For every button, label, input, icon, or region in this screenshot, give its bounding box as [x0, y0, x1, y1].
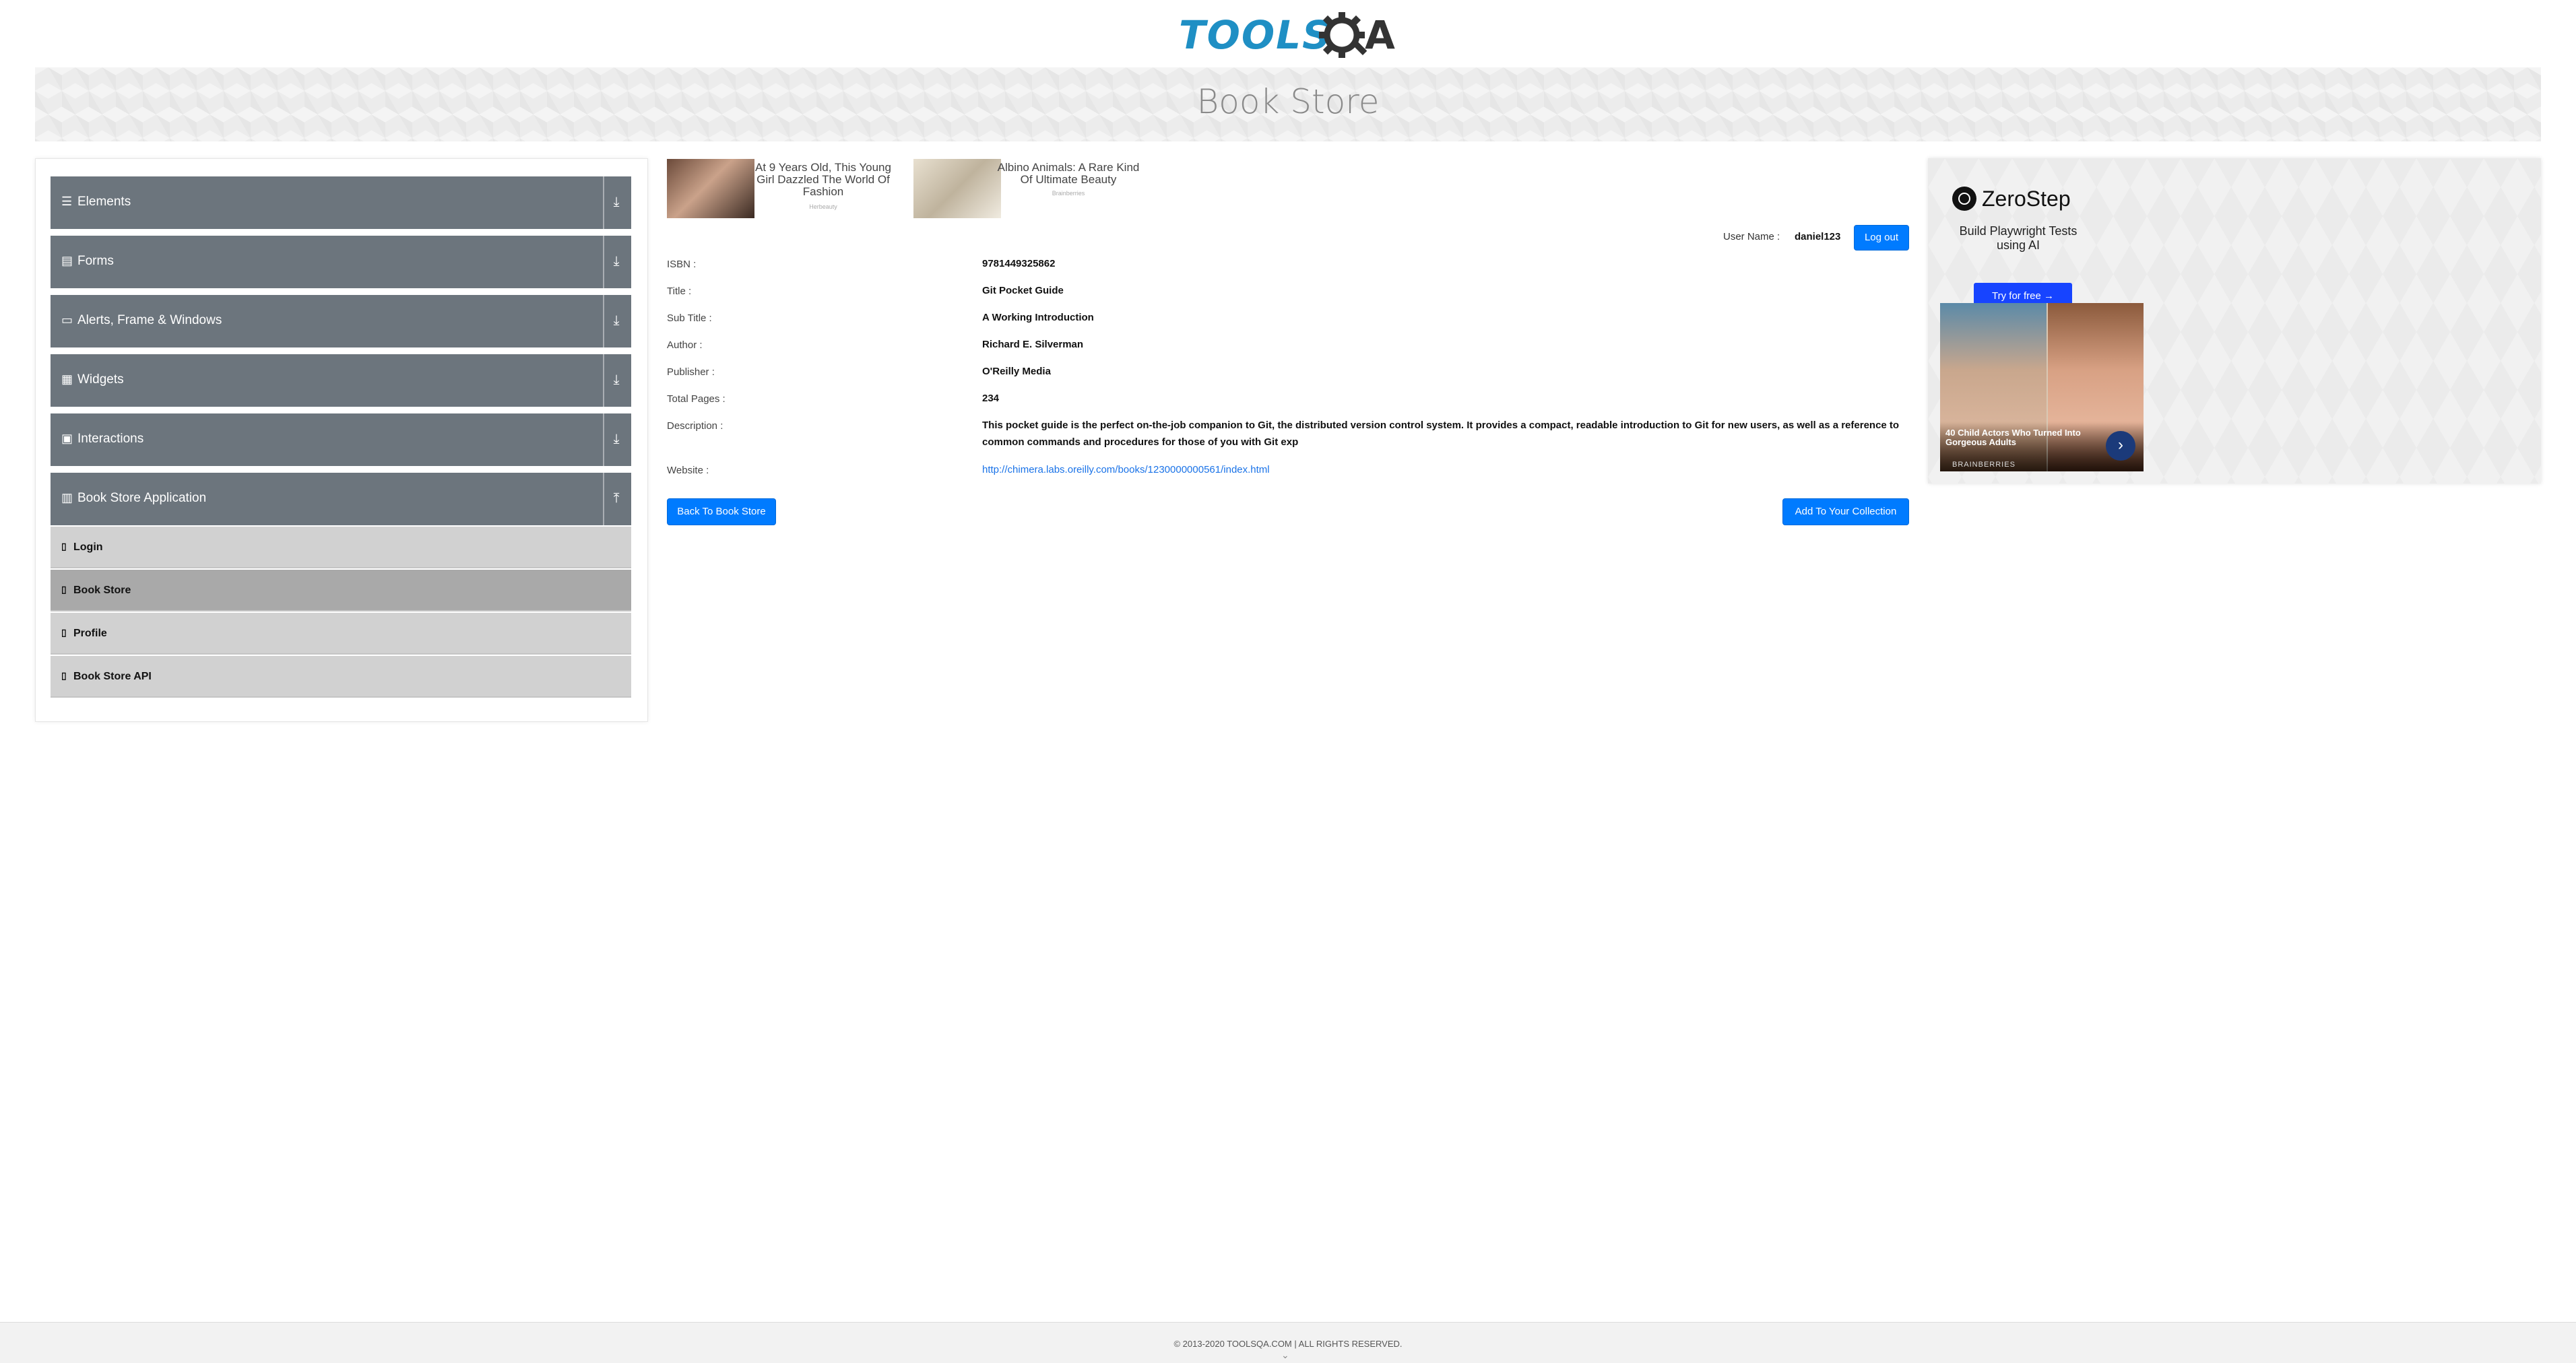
sidebar-group-label: Alerts, Frame & Windows: [77, 313, 222, 327]
gear-q-icon: [1319, 12, 1367, 58]
footer-copyright: © 2013-2020 TOOLSQA.COM | ALL RIGHTS RES…: [1173, 1339, 1403, 1349]
sidebar-group-widgets[interactable]: ▦ Widgets ⤓: [51, 354, 631, 407]
sidebar-group-forms[interactable]: ▤ Forms ⤓: [51, 236, 631, 288]
header: TOOLS A: [0, 0, 2576, 67]
page-title: Book Store: [1196, 82, 1380, 121]
publisher-label: Publisher :: [667, 366, 715, 378]
book-small-icon: ▯: [61, 627, 67, 638]
author-label: Author :: [667, 339, 703, 351]
interaction-icon: ▣: [61, 432, 73, 445]
sidebar-item-profile[interactable]: ▯ Profile: [51, 613, 631, 655]
zerostep-logo-icon: [1952, 187, 1976, 211]
sidebar-group-interactions[interactable]: ▣ Interactions ⤓: [51, 413, 631, 466]
toolsqa-logo[interactable]: TOOLS A: [1179, 9, 1401, 63]
divider: [603, 413, 604, 466]
website-label: Website :: [667, 465, 709, 476]
website-link[interactable]: http://chimera.labs.oreilly.com/books/12…: [982, 464, 1270, 475]
logout-button[interactable]: Log out: [1854, 225, 1909, 251]
sidebar-item-label: Book Store API: [73, 671, 152, 682]
window-icon: ▭: [61, 313, 73, 327]
download-arrow-icon: ⤓: [613, 432, 620, 446]
isbn-value: 9781449325862: [982, 258, 1056, 269]
sidebar-item-label: Login: [73, 541, 103, 553]
book-small-icon: ▯: [61, 584, 67, 595]
sponsored-ads-row: At 9 Years Old, This Young Girl Dazzled …: [667, 159, 1152, 220]
ad-source: Herbeauty: [809, 203, 837, 210]
download-arrow-icon: ⤓: [613, 195, 620, 209]
sidebar-group-elements[interactable]: ☰ Elements ⤓: [51, 176, 631, 229]
add-to-collection-button[interactable]: Add To Your Collection: [1782, 498, 1909, 525]
footer: © 2013-2020 TOOLSQA.COM | ALL RIGHTS RES…: [0, 1322, 2576, 1363]
sidebar-group-label: Widgets: [77, 372, 124, 387]
sidebar-group-alerts[interactable]: ▭ Alerts, Frame & Windows ⤓: [51, 295, 631, 347]
divider: [603, 295, 604, 347]
sidebar-group-label: Book Store Application: [77, 491, 207, 505]
divider: [603, 176, 604, 229]
back-to-book-store-button[interactable]: Back To Book Store: [667, 498, 776, 525]
divider: [603, 473, 604, 525]
sidebar-item-book-store[interactable]: ▯ Book Store: [51, 570, 631, 611]
upload-arrow-icon: ⤒: [613, 491, 620, 506]
author-value: Richard E. Silverman: [982, 339, 1084, 350]
ad-thumbnail[interactable]: [913, 159, 1001, 218]
sidebar-group-label: Interactions: [77, 432, 144, 446]
download-arrow-icon: ⤓: [613, 254, 620, 269]
right-ad-panel: ZeroStep Build Playwright Tests using AI…: [1928, 158, 2541, 484]
ad-caption: 40 Child Actors Who Turned Into Gorgeous…: [1945, 428, 2081, 447]
publisher-value: O'Reilly Media: [982, 366, 1051, 377]
ad-thumbnail[interactable]: [667, 159, 754, 218]
logo-suffix: A: [1365, 12, 1395, 58]
list-icon: ☰: [61, 195, 73, 208]
user-name-label: User Name :: [1723, 231, 1780, 242]
user-name-value: daniel123: [1795, 231, 1841, 242]
sidebar-item-label: Profile: [73, 628, 107, 639]
ad-brand: ZeroStep: [1982, 187, 2071, 211]
description-value: This pocket guide is the perfect on-the-…: [982, 420, 1900, 448]
form-icon: ▤: [61, 254, 73, 267]
title-value: Git Pocket Guide: [982, 285, 1064, 296]
ad-source: Brainberries: [1052, 190, 1085, 197]
description-label: Description :: [667, 420, 723, 432]
ad-image-child-actors[interactable]: 40 Child Actors Who Turned Into Gorgeous…: [1940, 303, 2144, 471]
divider: [603, 354, 604, 407]
ad-source: BRAINBERRIES: [1952, 461, 2016, 469]
sidebar-item-label: Book Store: [73, 585, 131, 596]
subtitle-label: Sub Title :: [667, 312, 712, 324]
isbn-label: ISBN :: [667, 259, 697, 270]
page-banner: Book Store: [35, 67, 2541, 141]
total-pages-value: 234: [982, 393, 1000, 404]
ad-title[interactable]: At 9 Years Old, This Young Girl Dazzled …: [749, 162, 897, 198]
divider: [603, 236, 604, 288]
sidebar-item-book-store-api[interactable]: ▯ Book Store API: [51, 656, 631, 698]
ad-tagline: Build Playwright Tests using AI: [1959, 224, 2078, 252]
chevron-right-icon[interactable]: ›: [2106, 431, 2135, 461]
sidebar: ☰ Elements ⤓ ▤ Forms ⤓ ▭ Alerts, Frame &…: [35, 158, 648, 722]
title-label: Title :: [667, 286, 692, 297]
download-arrow-icon: ⤓: [613, 313, 620, 328]
sidebar-item-login[interactable]: ▯ Login: [51, 527, 631, 568]
chevron-down-icon[interactable]: ⌄: [1281, 1350, 1289, 1361]
sidebar-group-label: Forms: [77, 254, 114, 268]
download-arrow-icon: ⤓: [613, 372, 620, 387]
sidebar-group-label: Elements: [77, 195, 131, 209]
grid-icon: ▦: [61, 372, 73, 386]
logo-text: TOOLS: [1179, 12, 1332, 58]
book-small-icon: ▯: [61, 541, 67, 552]
book-small-icon: ▯: [61, 670, 67, 681]
ad-title[interactable]: Albino Animals: A Rare Kind Of Ultimate …: [994, 162, 1142, 186]
sidebar-group-book-store-application[interactable]: ▥ Book Store Application ⤒: [51, 473, 631, 525]
website-value: http://chimera.labs.oreilly.com/books/12…: [982, 461, 1905, 478]
book-icon: ▥: [61, 491, 73, 504]
total-pages-label: Total Pages :: [667, 393, 726, 405]
subtitle-value: A Working Introduction: [982, 312, 1094, 323]
